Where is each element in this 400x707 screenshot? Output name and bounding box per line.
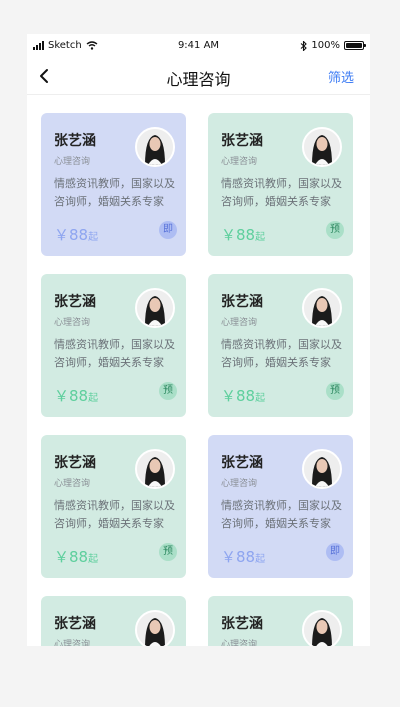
counselor-name: 张艺涵 xyxy=(54,294,96,310)
counselor-name: 张艺涵 xyxy=(221,616,263,632)
price-amount: ￥88 xyxy=(54,548,89,566)
battery-fill xyxy=(346,43,362,48)
price-label: ￥88起 xyxy=(221,546,265,567)
counselor-description: 情感资讯教师，国家以及咨询师，婚姻关系专家 xyxy=(221,177,342,208)
counselor-name: 张艺涵 xyxy=(54,455,96,471)
counselor-card[interactable]: 张艺涵 心理咨询 情感资讯教师，国家以及咨询师，婚姻关系专家 ￥88起 预 xyxy=(41,435,186,578)
counselor-role: 心理咨询 xyxy=(221,318,258,328)
price-unit: 起 xyxy=(255,393,266,404)
status-badge: 即 xyxy=(326,543,344,561)
price-label: ￥88起 xyxy=(54,385,98,406)
counselor-card[interactable]: 张艺涵 心理咨询 xyxy=(208,596,353,646)
counselor-name: 张艺涵 xyxy=(221,294,263,310)
counselor-card[interactable]: 张艺涵 心理咨询 xyxy=(41,596,186,646)
price-amount: ￥88 xyxy=(54,226,89,244)
price-label: ￥88起 xyxy=(54,224,98,245)
price-amount: ￥88 xyxy=(221,226,256,244)
status-right: 100% xyxy=(300,40,366,51)
status-bar: Sketch 9:41 AM 100% xyxy=(27,34,370,56)
nav-bar: 心理咨询 筛选 xyxy=(27,58,370,94)
counselor-name: 张艺涵 xyxy=(221,455,263,471)
battery-icon xyxy=(344,41,366,50)
counselor-description: 情感资讯教师，国家以及咨询师，婚姻关系专家 xyxy=(221,338,342,369)
counselor-name: 张艺涵 xyxy=(54,616,96,632)
counselor-role: 心理咨询 xyxy=(221,157,258,167)
phone-screen: Sketch 9:41 AM 100% 心理咨询 筛选 张艺涵 心理咨询 情感资… xyxy=(27,34,370,646)
status-badge: 即 xyxy=(159,221,177,239)
price-unit: 起 xyxy=(88,232,99,243)
counselor-name: 张艺涵 xyxy=(221,133,263,149)
avatar xyxy=(135,449,175,489)
page-title: 心理咨询 xyxy=(166,70,231,89)
counselor-role: 心理咨询 xyxy=(54,479,91,489)
counselor-role: 心理咨询 xyxy=(54,640,91,646)
status-badge: 预 xyxy=(326,382,344,400)
counselor-role: 心理咨询 xyxy=(54,157,91,167)
avatar xyxy=(135,127,175,167)
counselor-role: 心理咨询 xyxy=(54,318,91,328)
price-amount: ￥88 xyxy=(221,387,256,405)
price-label: ￥88起 xyxy=(54,546,98,567)
price-amount: ￥88 xyxy=(54,387,89,405)
status-badge: 预 xyxy=(159,382,177,400)
counselor-card[interactable]: 张艺涵 心理咨询 情感资讯教师，国家以及咨询师，婚姻关系专家 ￥88起 预 xyxy=(208,274,353,417)
price-unit: 起 xyxy=(88,554,99,565)
counselor-card[interactable]: 张艺涵 心理咨询 情感资讯教师，国家以及咨询师，婚姻关系专家 ￥88起 预 xyxy=(41,274,186,417)
battery-percent: 100% xyxy=(311,40,340,51)
counselor-card[interactable]: 张艺涵 心理咨询 情感资讯教师，国家以及咨询师，婚姻关系专家 ￥88起 即 xyxy=(41,113,186,256)
status-badge: 预 xyxy=(326,221,344,239)
avatar xyxy=(135,288,175,328)
bluetooth-icon xyxy=(300,40,308,51)
price-label: ￥88起 xyxy=(221,224,265,245)
counselor-card[interactable]: 张艺涵 心理咨询 情感资讯教师，国家以及咨询师，婚姻关系专家 ￥88起 即 xyxy=(208,435,353,578)
counselor-card[interactable]: 张艺涵 心理咨询 情感资讯教师，国家以及咨询师，婚姻关系专家 ￥88起 预 xyxy=(208,113,353,256)
price-label: ￥88起 xyxy=(221,385,265,406)
counselor-name: 张艺涵 xyxy=(54,133,96,149)
price-unit: 起 xyxy=(255,554,266,565)
avatar xyxy=(302,449,342,489)
avatar xyxy=(302,288,342,328)
price-unit: 起 xyxy=(255,232,266,243)
counselor-description: 情感资讯教师，国家以及咨询师，婚姻关系专家 xyxy=(54,499,175,530)
counselor-description: 情感资讯教师，国家以及咨询师，婚姻关系专家 xyxy=(54,338,175,369)
price-amount: ￥88 xyxy=(221,548,256,566)
filter-button[interactable]: 筛选 xyxy=(328,67,354,86)
counselor-role: 心理咨询 xyxy=(221,479,258,489)
price-unit: 起 xyxy=(88,393,99,404)
status-badge: 预 xyxy=(159,543,177,561)
avatar xyxy=(302,127,342,167)
counselor-description: 情感资讯教师，国家以及咨询师，婚姻关系专家 xyxy=(54,177,175,208)
counselor-grid: 张艺涵 心理咨询 情感资讯教师，国家以及咨询师，婚姻关系专家 ￥88起 即 张艺… xyxy=(27,95,370,646)
avatar xyxy=(302,610,342,646)
counselor-description: 情感资讯教师，国家以及咨询师，婚姻关系专家 xyxy=(221,499,342,530)
avatar xyxy=(135,610,175,646)
counselor-role: 心理咨询 xyxy=(221,640,258,646)
